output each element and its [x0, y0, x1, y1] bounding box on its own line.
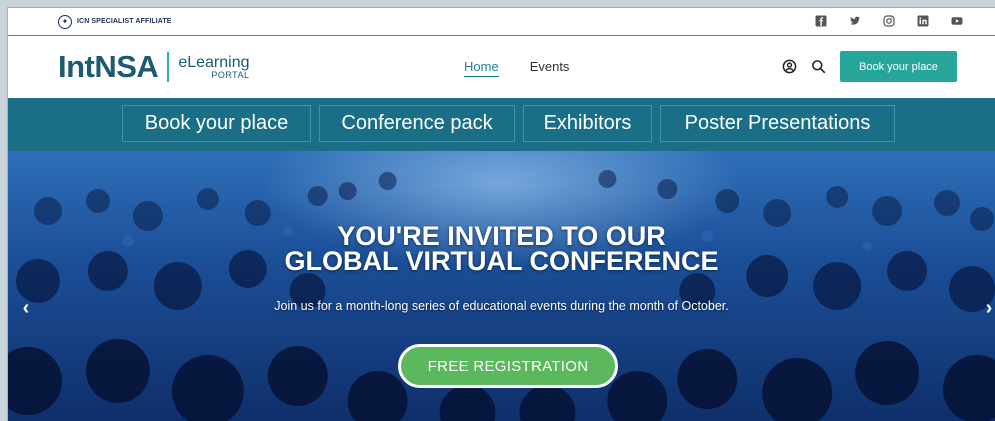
- twitter-icon[interactable]: [848, 14, 861, 27]
- nav-events[interactable]: Events: [530, 59, 570, 77]
- instagram-icon[interactable]: [882, 14, 895, 27]
- facebook-icon[interactable]: [814, 14, 827, 27]
- main-nav: Home Events: [464, 59, 569, 77]
- site-logo[interactable]: IntNSA eLearning PORTAL: [58, 49, 250, 85]
- header-icons: [781, 58, 826, 74]
- menu-book-place[interactable]: Book your place: [122, 105, 311, 142]
- nav-home[interactable]: Home: [464, 59, 499, 77]
- social-links: [814, 14, 963, 27]
- book-place-button[interactable]: Book your place: [840, 51, 957, 82]
- logo-subtitle-line1: eLearning: [178, 53, 250, 71]
- conference-menu: Book your place Conference pack Exhibito…: [8, 98, 995, 151]
- search-icon[interactable]: [810, 58, 826, 74]
- logo-subtitle: eLearning PORTAL: [178, 53, 250, 80]
- hero-title-line2: GLOBAL VIRTUAL CONFERENCE: [284, 246, 719, 276]
- menu-conference-pack[interactable]: Conference pack: [319, 105, 515, 142]
- hero-subtitle: Join us for a month-long series of educa…: [274, 299, 729, 313]
- affiliate-badge: ✦ ICN SPECIALIST AFFILIATE: [58, 14, 172, 29]
- menu-poster-presentations[interactable]: Poster Presentations: [660, 105, 895, 142]
- carousel-next-icon[interactable]: ›: [982, 297, 995, 320]
- youtube-icon[interactable]: [950, 14, 963, 27]
- logo-subtitle-line2: PORTAL: [211, 69, 250, 80]
- free-registration-button[interactable]: FREE REGISTRATION: [398, 344, 618, 388]
- account-icon[interactable]: [781, 58, 797, 74]
- affiliate-text: ICN SPECIALIST AFFILIATE: [77, 18, 172, 25]
- site-header: IntNSA eLearning PORTAL Home Events Book…: [8, 37, 995, 98]
- logo-divider: [167, 52, 170, 82]
- icn-logo-icon: ✦: [58, 14, 72, 29]
- carousel-prev-icon[interactable]: ‹: [19, 297, 33, 320]
- browser-page: ✦ ICN SPECIALIST AFFILIATE IntNSA eLearn…: [7, 7, 995, 421]
- logo-text: IntNSA: [58, 49, 159, 84]
- menu-exhibitors[interactable]: Exhibitors: [523, 105, 652, 142]
- linkedin-icon[interactable]: [916, 14, 929, 27]
- affiliate-bar: ✦ ICN SPECIALIST AFFILIATE: [8, 8, 995, 36]
- hero-banner: YOU'RE INVITED TO OUR GLOBAL VIRTUAL CON…: [8, 151, 995, 421]
